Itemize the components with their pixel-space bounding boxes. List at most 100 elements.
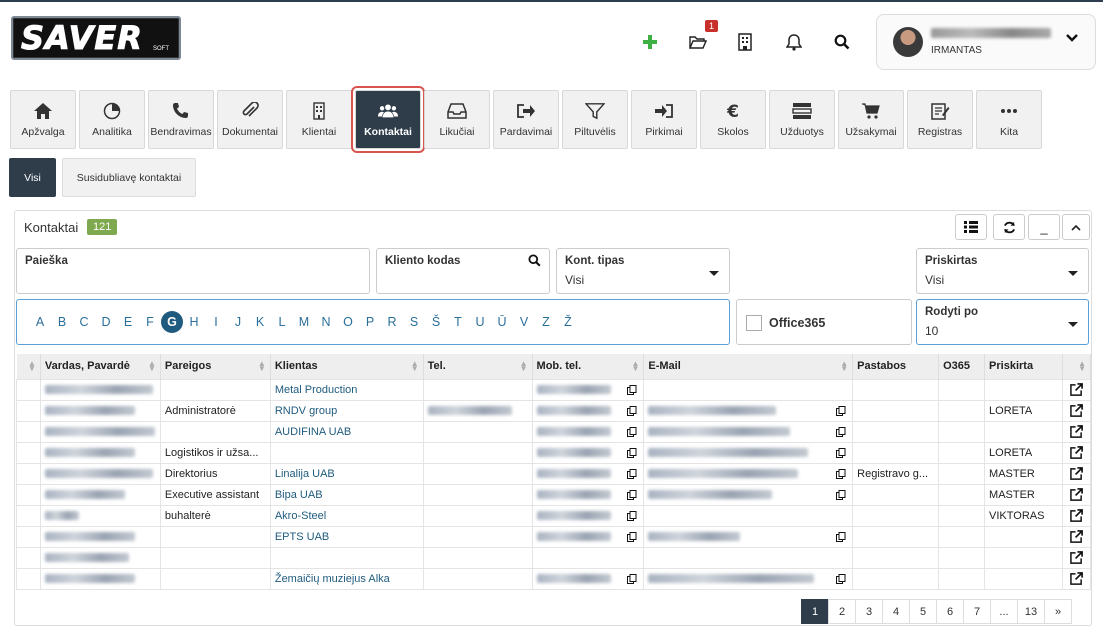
nav-pardavimai[interactable]: Pardavimai: [493, 90, 559, 149]
cell-client[interactable]: Linalija UAB: [269, 462, 424, 485]
letter-filter[interactable]: K: [249, 315, 271, 329]
letter-filter[interactable]: C: [73, 315, 95, 329]
nav-bendravimas[interactable]: Bendravimas: [148, 90, 214, 149]
tab-duplicates[interactable]: Susidubliavę kontaktai: [62, 158, 196, 197]
letter-filter[interactable]: F: [139, 315, 161, 329]
cell-client[interactable]: [269, 546, 424, 569]
cell-client[interactable]: AUDIFINA UAB: [269, 420, 424, 443]
page-button[interactable]: 5: [909, 599, 937, 624]
external-link-icon[interactable]: [1070, 488, 1083, 501]
copy-icon[interactable]: [627, 573, 637, 584]
folder-open-icon[interactable]: 1: [686, 20, 718, 54]
table-row[interactable]: Metal Production: [16, 378, 1092, 401]
page-button[interactable]: 2: [828, 599, 856, 624]
copy-icon[interactable]: [627, 426, 637, 437]
nav-registras[interactable]: Registras: [907, 90, 973, 149]
letter-filter[interactable]: J: [227, 315, 249, 329]
letter-filter[interactable]: Ū: [491, 315, 513, 329]
search-field[interactable]: Paieška: [16, 248, 370, 294]
copy-icon[interactable]: [627, 489, 637, 500]
minimize-button[interactable]: _: [1028, 214, 1060, 240]
cell-client[interactable]: Metal Production: [269, 378, 424, 401]
external-link-icon[interactable]: [1070, 404, 1083, 417]
col-notes[interactable]: Pastabos: [852, 354, 940, 379]
external-link-icon[interactable]: [1070, 446, 1083, 459]
office365-checkbox[interactable]: [746, 315, 762, 331]
nav-dokumentai[interactable]: Dokumentai: [217, 90, 283, 149]
cell-client[interactable]: Žemaičių muziejus Alka: [269, 567, 424, 590]
nav-pirkimai[interactable]: Pirkimai: [631, 90, 697, 149]
table-row[interactable]: Direktorius Linalija UAB Registravo g... MA…: [16, 462, 1092, 485]
table-row[interactable]: Administratorė RNDV group LORETA: [16, 399, 1092, 422]
letter-filter[interactable]: Š: [425, 315, 447, 329]
letter-filter[interactable]: A: [29, 315, 51, 329]
table-row[interactable]: AUDIFINA UAB: [16, 420, 1092, 443]
nav-kita[interactable]: Kita: [976, 90, 1042, 149]
external-link-icon[interactable]: [1070, 467, 1083, 480]
cell-client[interactable]: Akro-Steel: [269, 504, 424, 527]
letter-filter[interactable]: U: [469, 315, 491, 329]
col-position[interactable]: Pareigos ▲ ▼: [160, 354, 271, 379]
col-o365[interactable]: O365: [938, 354, 986, 379]
external-link-icon[interactable]: [1070, 425, 1083, 438]
copy-icon[interactable]: [627, 510, 637, 521]
letter-filter[interactable]: P: [359, 315, 381, 329]
tab-visi[interactable]: Visi: [9, 158, 56, 197]
copy-icon[interactable]: [627, 447, 637, 458]
user-menu[interactable]: IRMANTAS: [876, 14, 1096, 70]
cell-client[interactable]: RNDV group: [269, 399, 424, 422]
external-link-icon[interactable]: [1070, 572, 1083, 585]
page-button[interactable]: 3: [855, 599, 883, 624]
nav-piltuvelis[interactable]: Piltuvėlis: [562, 90, 628, 149]
building-icon[interactable]: [733, 30, 757, 54]
table-row[interactable]: Logistikos ir užsa... LORETA: [16, 441, 1092, 464]
letter-filter[interactable]: L: [271, 315, 293, 329]
copy-icon[interactable]: [836, 531, 846, 542]
page-button[interactable]: 7: [963, 599, 991, 624]
copy-icon[interactable]: [836, 573, 846, 584]
nav-klientai[interactable]: Klientai: [286, 90, 352, 149]
col-phone[interactable]: Tel. ▲ ▼: [423, 354, 533, 379]
nav-kontaktai[interactable]: Kontaktai: [351, 86, 425, 153]
letter-filter[interactable]: N: [315, 315, 337, 329]
col-name[interactable]: Vardas, Pavardė ▲ ▼: [40, 354, 161, 379]
letter-filter[interactable]: Ž: [557, 315, 579, 329]
nav-likuciai[interactable]: Likučiai: [424, 90, 490, 149]
page-button[interactable]: 4: [882, 599, 910, 624]
copy-icon[interactable]: [836, 489, 846, 500]
list-view-button[interactable]: [955, 214, 987, 240]
bell-icon[interactable]: [782, 30, 806, 54]
letter-filter[interactable]: G: [161, 311, 183, 333]
refresh-button[interactable]: [993, 214, 1025, 240]
copy-icon[interactable]: [836, 468, 846, 479]
cell-client[interactable]: [269, 441, 424, 464]
page-button[interactable]: 6: [936, 599, 964, 624]
letter-filter[interactable]: V: [513, 315, 535, 329]
letter-filter[interactable]: Z: [535, 315, 557, 329]
copy-icon[interactable]: [836, 426, 846, 437]
client-code-field[interactable]: Kliento kodas: [376, 248, 550, 294]
copy-icon[interactable]: [627, 405, 637, 416]
copy-icon[interactable]: [627, 384, 637, 395]
page-button[interactable]: 1: [801, 599, 829, 624]
col-assigned[interactable]: Priskirta: [984, 354, 1063, 379]
letter-filter[interactable]: H: [183, 315, 205, 329]
letter-filter[interactable]: D: [95, 315, 117, 329]
letter-filter[interactable]: S: [403, 315, 425, 329]
nav-uzsakymai[interactable]: Užsakymai: [838, 90, 904, 149]
letter-filter[interactable]: E: [117, 315, 139, 329]
nav-skolos[interactable]: € Skolos: [700, 90, 766, 149]
copy-icon[interactable]: [836, 447, 846, 458]
search-icon[interactable]: [830, 30, 854, 54]
external-link-icon[interactable]: [1070, 530, 1083, 543]
copy-icon[interactable]: [627, 468, 637, 479]
nav-analitika[interactable]: Analitika: [79, 90, 145, 149]
table-row[interactable]: buhalterė Akro-Steel VIKTORAS: [16, 504, 1092, 527]
letter-filter[interactable]: I: [205, 315, 227, 329]
plus-icon[interactable]: [638, 30, 662, 54]
copy-icon[interactable]: [627, 531, 637, 542]
letter-filter[interactable]: O: [337, 315, 359, 329]
nav-uzduotys[interactable]: Užduotys: [769, 90, 835, 149]
saver-logo[interactable]: SAVER SOFT: [11, 16, 181, 60]
nav-apzvalga[interactable]: Apžvalga: [10, 90, 76, 149]
